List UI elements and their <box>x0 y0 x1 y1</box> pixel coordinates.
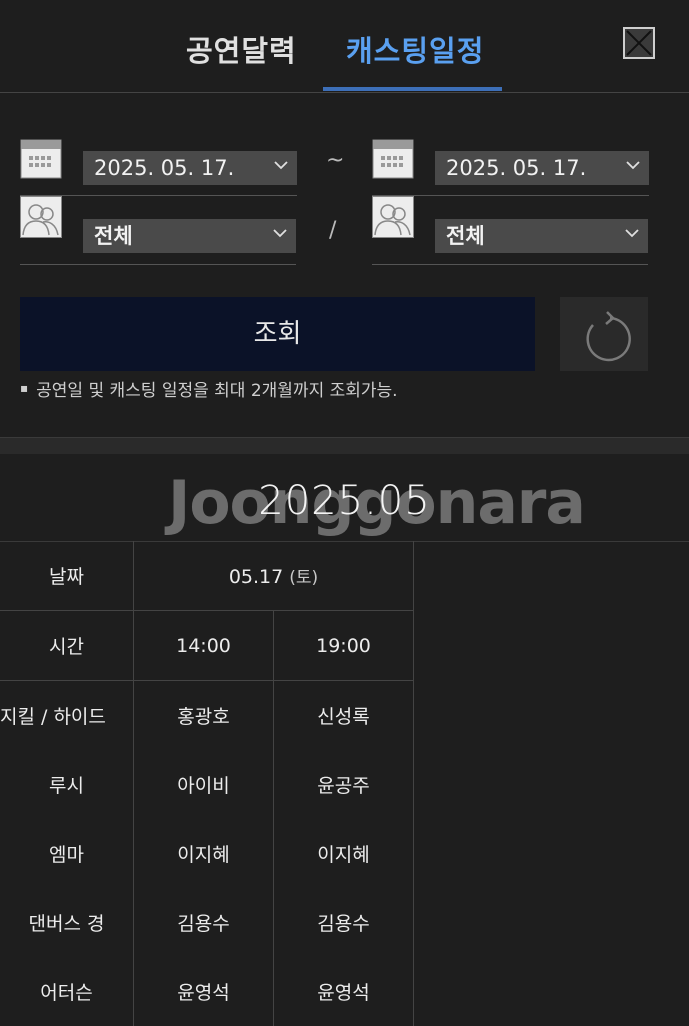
user-group-icon <box>20 196 62 238</box>
cast-cell: 홍광호 <box>133 680 274 750</box>
cast-cell: 김용수 <box>273 888 414 957</box>
table-row: 어터슨 윤영석 윤영석 <box>0 957 414 1026</box>
cast-cell: 김용수 <box>133 888 274 957</box>
reset-button[interactable] <box>560 297 648 371</box>
close-button[interactable] <box>623 27 655 59</box>
search-button[interactable]: 조회 <box>20 297 535 371</box>
table-row: 지킬 / 하이드 홍광호 신성록 <box>0 680 414 750</box>
table-row: 루시 아이비 윤공주 <box>0 750 414 819</box>
cast-right-select[interactable]: 전체 <box>435 219 648 253</box>
role-name: 엠마 <box>49 844 84 866</box>
end-date-select[interactable]: 2025. 05. 17. <box>435 151 649 185</box>
role-name: 지킬 / 하이드 <box>0 706 106 728</box>
chevron-down-icon <box>626 161 640 170</box>
cast-cell: 윤영석 <box>133 957 274 1026</box>
date-cell: 05.17 (토) <box>133 541 414 611</box>
role-name: 댄버스 경 <box>28 913 105 935</box>
user-group-icon <box>372 196 414 238</box>
chevron-down-icon <box>273 229 287 238</box>
cast-cell: 윤영석 <box>273 957 414 1026</box>
table-row: 댄버스 경 김용수 김용수 <box>0 888 414 957</box>
schedule-table: 날짜 05.17 (토) 시간 14:00 19:00 지킬 / 하이드 홍광호… <box>0 541 414 1026</box>
calendar-icon <box>372 139 414 179</box>
date-range-separator: ~ <box>326 148 345 173</box>
active-tab-indicator <box>323 87 502 91</box>
cast-cell: 윤공주 <box>273 750 414 819</box>
section-divider <box>0 437 689 454</box>
chevron-down-icon <box>274 161 288 170</box>
date-header: 날짜 <box>0 541 134 611</box>
divider <box>20 264 296 265</box>
refresh-icon <box>586 311 631 362</box>
day-of-week: (토) <box>289 568 319 588</box>
time-cell: 14:00 <box>133 610 274 681</box>
time-header: 시간 <box>0 610 134 681</box>
date-value: 05.17 <box>228 566 284 588</box>
start-date-select[interactable]: 2025. 05. 17. <box>83 151 297 185</box>
cast-separator: / <box>329 218 337 243</box>
role-name: 어터슨 <box>40 982 93 1004</box>
tab-performance-calendar[interactable]: 공연달력 <box>186 28 297 70</box>
calendar-icon <box>20 139 62 179</box>
cast-left-value: 전체 <box>94 224 133 248</box>
close-icon <box>626 30 652 56</box>
table-row: 날짜 05.17 (토) <box>0 541 414 611</box>
cast-cell: 이지혜 <box>133 819 274 888</box>
tab-bar: 공연달력 캐스팅일정 <box>0 0 689 93</box>
tab-casting-schedule[interactable]: 캐스팅일정 <box>346 28 484 70</box>
time-cell: 19:00 <box>273 610 414 681</box>
end-date-value: 2025. 05. 17. <box>446 156 587 180</box>
table-row: 시간 14:00 19:00 <box>0 610 414 681</box>
cast-cell: 이지혜 <box>273 819 414 888</box>
chevron-down-icon <box>625 229 639 238</box>
notice-text: ▪ 공연일 및 캐스팅 일정을 최대 2개월까지 조회가능. <box>20 381 398 401</box>
cast-left-select[interactable]: 전체 <box>83 219 296 253</box>
cast-right-value: 전체 <box>446 224 485 248</box>
divider <box>372 264 648 265</box>
role-name: 루시 <box>49 775 84 797</box>
table-row: 엠마 이지혜 이지혜 <box>0 819 414 888</box>
watermark: Joonggonara <box>168 468 586 538</box>
cast-cell: 신성록 <box>273 680 414 750</box>
start-date-value: 2025. 05. 17. <box>94 156 235 180</box>
cast-cell: 아이비 <box>133 750 274 819</box>
